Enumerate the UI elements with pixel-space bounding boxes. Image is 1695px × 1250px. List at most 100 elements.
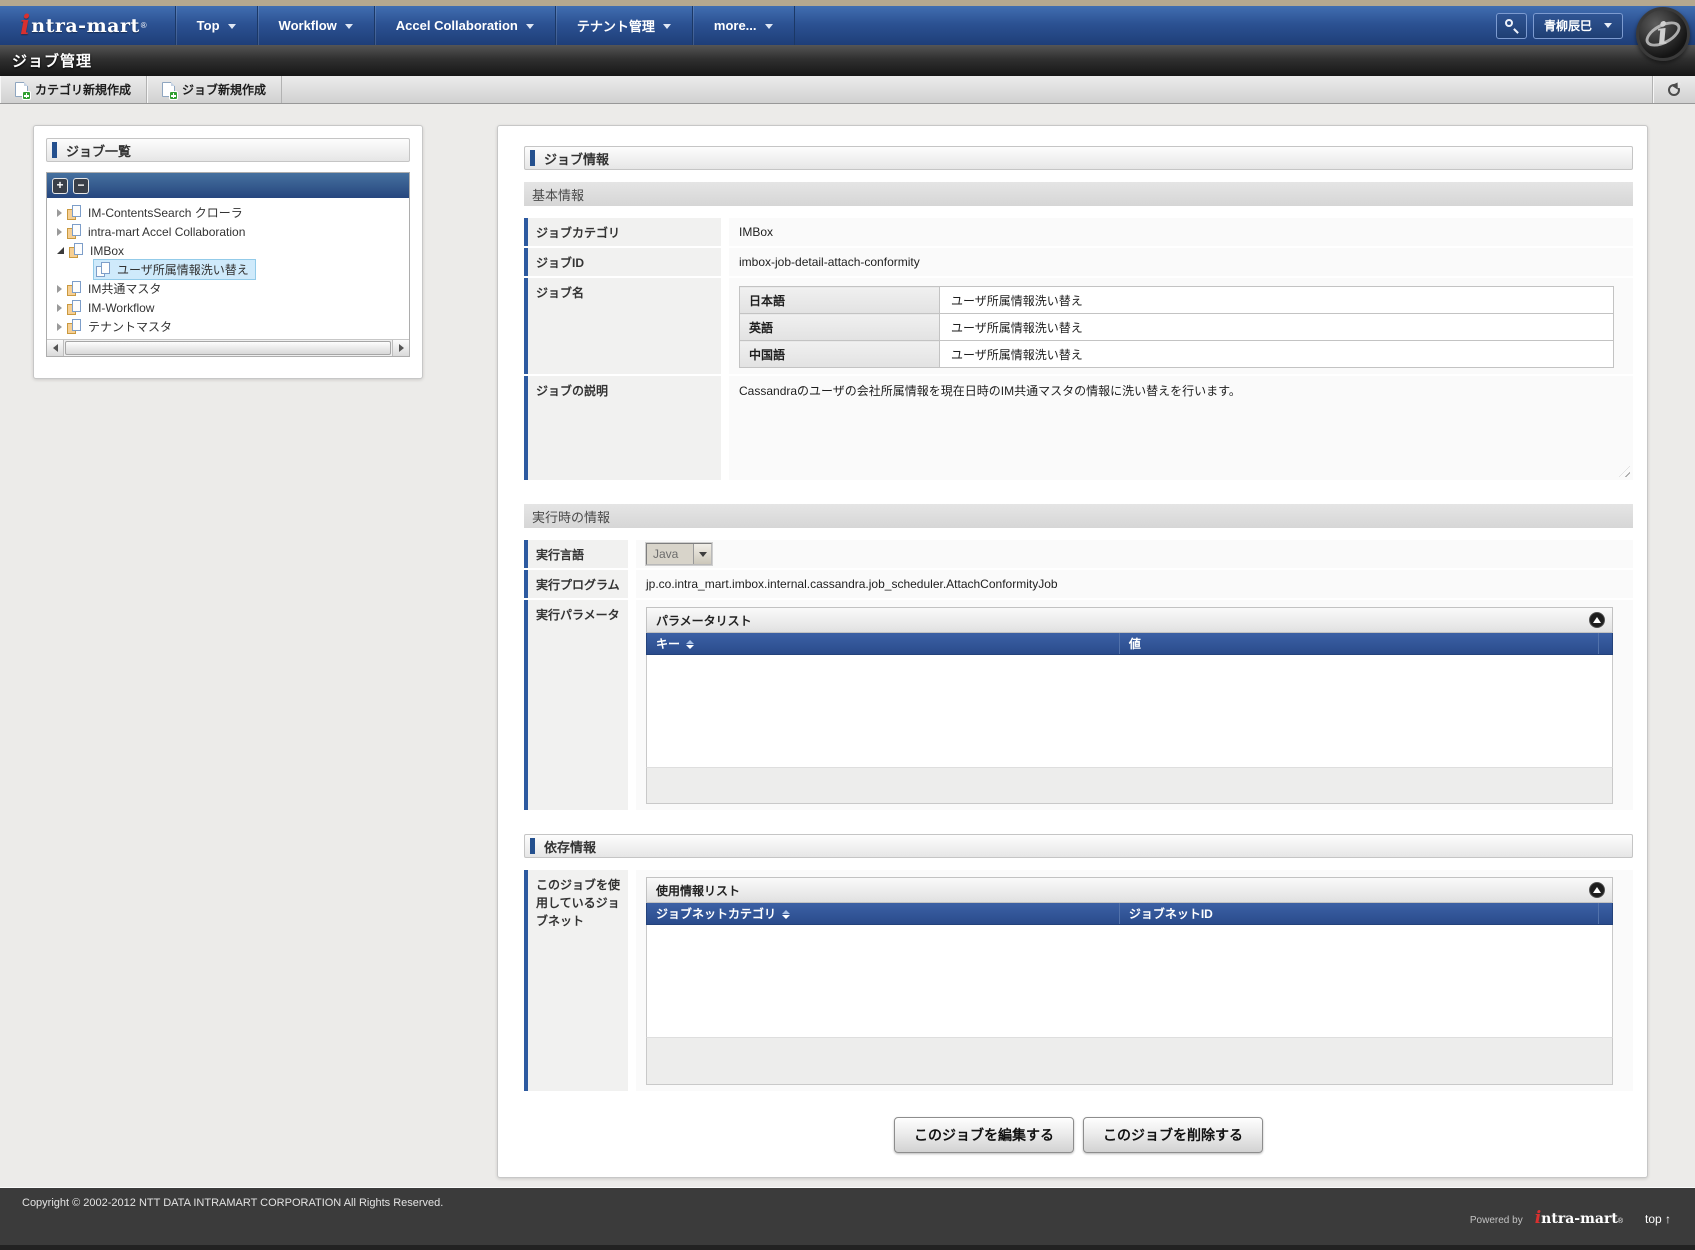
horizontal-scrollbar[interactable] <box>47 339 409 356</box>
usage-table-header: ジョブネットカテゴリ ジョブネットID <box>646 903 1613 925</box>
new-category-button[interactable]: カテゴリ新規作成 <box>0 76 147 103</box>
collapsed-arrow-icon[interactable] <box>57 285 62 293</box>
select-dropdown-icon <box>693 544 711 564</box>
table-row: 中国語 ユーザ所属情報洗い替え <box>740 341 1614 368</box>
collapsed-arrow-icon[interactable] <box>57 228 62 236</box>
new-document-icon <box>162 82 175 97</box>
resize-grip-icon[interactable] <box>1619 466 1630 477</box>
exec-language-value: Java <box>636 540 1633 568</box>
scrollbar-spacer <box>1598 903 1612 924</box>
collapse-toggle-button[interactable] <box>1589 882 1605 898</box>
scroll-left-button[interactable] <box>47 340 64 356</box>
column-header-key[interactable]: キー <box>647 633 1120 654</box>
page-toolbar: カテゴリ新規作成 ジョブ新規作成 <box>0 76 1695 104</box>
folder-icon <box>67 319 83 334</box>
new-document-icon <box>15 82 28 97</box>
page-footer: Copyright © 2002-2012 NTT DATA INTRAMART… <box>0 1187 1695 1250</box>
lang-label-en: 英語 <box>740 314 940 341</box>
usage-list-header: 使用情報リスト <box>646 877 1613 903</box>
runtime-info-section-header: 実行時の情報 <box>524 504 1633 528</box>
lang-label-zh: 中国語 <box>740 341 940 368</box>
tree-node-im-common-master[interactable]: IM共通マスタ <box>49 279 407 298</box>
refresh-button[interactable] <box>1652 76 1695 103</box>
exec-language-label: 実行言語 <box>524 540 628 568</box>
collapse-toggle-button[interactable] <box>1589 612 1605 628</box>
tree-toolbar: + − <box>47 173 409 198</box>
exec-parameter-value: パラメータリスト キー 値 <box>636 600 1633 810</box>
job-description-label: ジョブの説明 <box>524 376 721 480</box>
usage-table-footer <box>646 1037 1613 1085</box>
nav-item-tenant-admin[interactable]: テナント管理 <box>555 6 692 45</box>
usage-table-body <box>646 925 1613 1037</box>
tree-node-im-workflow[interactable]: IM-Workflow <box>49 298 407 317</box>
scrollbar-thumb[interactable] <box>65 341 391 355</box>
tree-node-selected-job[interactable]: ユーザ所属情報洗い替え <box>49 260 407 279</box>
tree-node-imbox[interactable]: IMBox <box>49 241 407 260</box>
footer-intra-mart-logo: intra-mart® <box>1535 1208 1623 1228</box>
collapsed-arrow-icon[interactable] <box>57 304 62 312</box>
sort-icon <box>782 910 790 919</box>
nav-item-workflow[interactable]: Workflow <box>257 6 374 45</box>
job-description-row: ジョブの説明 Cassandraのユーザの会社所属情報を現在日時のIM共通マスタ… <box>524 376 1633 480</box>
search-button[interactable] <box>1496 13 1527 39</box>
job-list-header: ジョブ一覧 <box>46 138 410 162</box>
column-header-jobnet-id[interactable]: ジョブネットID <box>1120 903 1598 924</box>
tree-node-im-contentssearch[interactable]: IM-ContentsSearch クローラ <box>49 203 407 222</box>
nav-menu: Top Workflow Accel Collaboration テナント管理 … <box>175 6 795 45</box>
edit-job-button[interactable]: このジョブを編集する <box>894 1117 1074 1153</box>
job-id-row: ジョブID imbox-job-detail-attach-conformity <box>524 248 1633 276</box>
dependency-info-title: 依存情報 <box>544 837 596 856</box>
job-name-zh: ユーザ所属情報洗い替え <box>940 341 1614 368</box>
job-category-row: ジョブカテゴリ IMBox <box>524 218 1633 246</box>
expand-all-button[interactable]: + <box>52 178 68 194</box>
nav-item-more[interactable]: more... <box>692 6 795 45</box>
runtime-info-form: 実行言語 Java 実行プログラム jp.co.intra_mart.imbox… <box>524 540 1633 810</box>
job-name-table-wrap: 日本語 ユーザ所属情報洗い替え 英語 ユーザ所属情報洗い替え 中国語 ユーザ所属… <box>729 278 1633 374</box>
caret-down-icon <box>526 24 534 33</box>
job-id-value: imbox-job-detail-attach-conformity <box>729 248 1633 276</box>
caret-down-icon <box>1604 23 1612 32</box>
job-category-value: IMBox <box>729 218 1633 246</box>
back-to-top-link[interactable]: top ↑ <box>1645 1212 1671 1226</box>
column-header-jobnet-category[interactable]: ジョブネットカテゴリ <box>647 903 1120 924</box>
tree-node-tenant-master[interactable]: テナントマスタ <box>49 317 407 336</box>
exec-language-select[interactable]: Java <box>646 543 712 565</box>
lang-label-ja: 日本語 <box>740 287 940 314</box>
selected-tree-item[interactable]: ユーザ所属情報洗い替え <box>93 259 256 280</box>
header-accent-bar <box>530 838 535 854</box>
job-name-table: 日本語 ユーザ所属情報洗い替え 英語 ユーザ所属情報洗い替え 中国語 ユーザ所属… <box>739 286 1614 368</box>
nav-item-accel-collaboration[interactable]: Accel Collaboration <box>374 6 555 45</box>
job-list-panel: ジョブ一覧 + − IM-ContentsSearch クローラ intra-m… <box>33 125 423 379</box>
table-row: 日本語 ユーザ所属情報洗い替え <box>740 287 1614 314</box>
scroll-right-icon <box>399 344 404 352</box>
collapse-all-button[interactable]: − <box>73 178 89 194</box>
folder-icon <box>67 224 83 239</box>
column-header-value[interactable]: 値 <box>1120 633 1598 654</box>
basic-info-section-header: 基本情報 <box>524 182 1633 206</box>
user-menu-button[interactable]: 青柳辰巳 <box>1533 13 1623 39</box>
delete-job-button[interactable]: このジョブを削除する <box>1083 1117 1263 1153</box>
job-info-panel: ジョブ情報 基本情報 ジョブカテゴリ IMBox ジョブID imbox-job… <box>497 125 1648 1178</box>
job-name-ja: ユーザ所属情報洗い替え <box>940 287 1614 314</box>
global-navbar: intra-mart® Top Workflow Accel Collabora… <box>0 6 1695 45</box>
scroll-right-button[interactable] <box>392 340 409 356</box>
header-accent-bar <box>52 142 57 158</box>
tree-node-accel-collaboration[interactable]: intra-mart Accel Collaboration <box>49 222 407 241</box>
collapsed-arrow-icon[interactable] <box>57 323 62 331</box>
job-name-row: ジョブ名 日本語 ユーザ所属情報洗い替え 英語 ユーザ所属情報洗い替え 中国語 <box>524 278 1633 374</box>
powered-by-label: Powered by <box>1470 1215 1523 1226</box>
expanded-arrow-icon[interactable] <box>57 247 64 254</box>
job-tree: + − IM-ContentsSearch クローラ intra-mart Ac… <box>46 172 410 357</box>
collapsed-arrow-icon[interactable] <box>57 209 62 217</box>
job-document-icon <box>96 262 112 277</box>
collapse-up-icon <box>1593 887 1601 893</box>
caret-down-icon <box>663 24 671 33</box>
refresh-icon <box>1667 83 1681 97</box>
new-job-button[interactable]: ジョブ新規作成 <box>147 76 282 103</box>
nav-item-top[interactable]: Top <box>175 6 257 45</box>
page-title-bar: ジョブ管理 <box>0 45 1695 76</box>
caret-down-icon <box>228 24 236 33</box>
dependency-info-header: 依存情報 <box>524 834 1633 858</box>
jobnet-usage-row: このジョブを使用しているジョブネット 使用情報リスト ジョブネットカテゴリ <box>524 870 1633 1091</box>
basic-info-form: ジョブカテゴリ IMBox ジョブID imbox-job-detail-att… <box>524 218 1633 480</box>
